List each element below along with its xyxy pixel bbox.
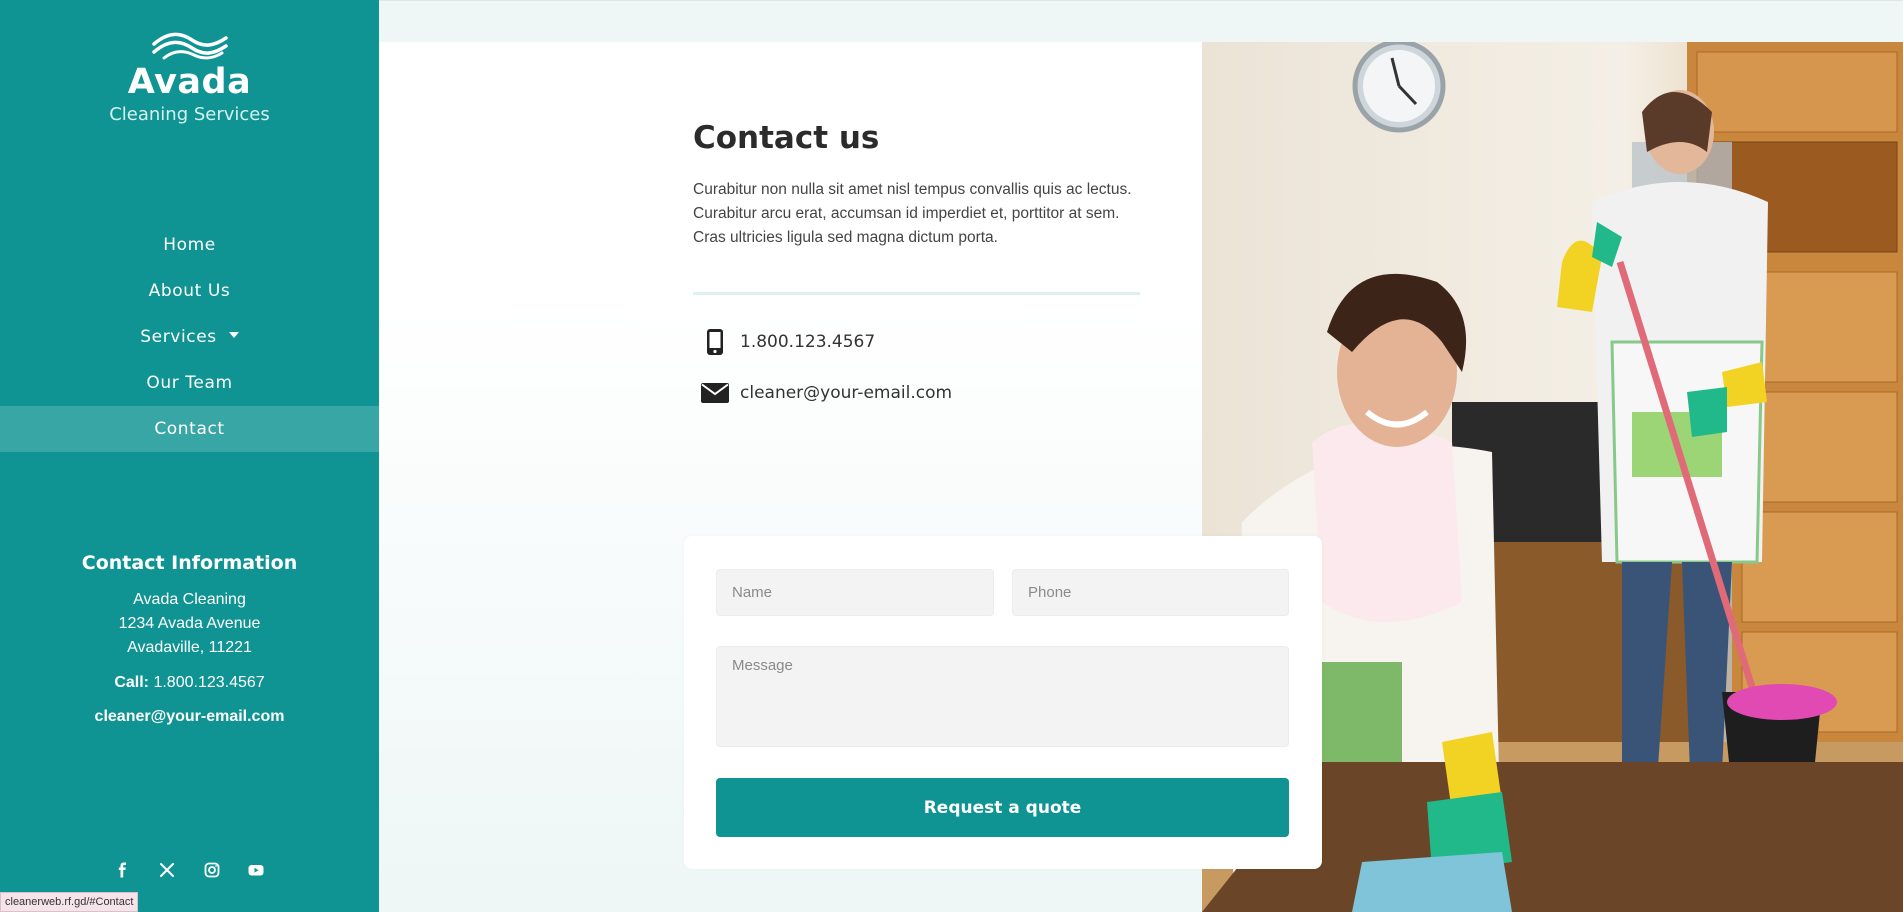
instagram-icon[interactable] (202, 860, 222, 880)
brand-title: Avada (127, 62, 252, 102)
waves-logo-icon (151, 32, 228, 60)
call-label: Call: (114, 674, 149, 691)
call-value[interactable]: 1.800.123.4567 (153, 674, 264, 691)
contact-description: Curabitur non nulla sit amet nisl tempus… (693, 181, 1132, 246)
address-line: Avadaville, 11221 (127, 639, 252, 656)
name-input[interactable] (716, 569, 994, 616)
nav-item-label: Contact (154, 419, 225, 439)
email-row[interactable]: cleaner@your-email.com (700, 378, 952, 408)
address-line: 1234 Avada Avenue (118, 615, 261, 632)
nav-item-home[interactable]: Home (0, 222, 379, 268)
nav-item-label: Services (140, 327, 217, 347)
call-line: Call: 1.800.123.4567 (0, 674, 379, 692)
envelope-icon (700, 383, 730, 403)
social-links (0, 860, 379, 880)
top-strip (379, 0, 1903, 42)
page-title: Contact us (693, 120, 880, 156)
main-nav: Home About Us Services Our Team Contact (0, 222, 379, 452)
divider (693, 292, 1140, 295)
status-bar-url: cleanerweb.rf.gd/#Contact (0, 892, 139, 912)
brand-subtitle: Cleaning Services (109, 104, 270, 125)
nav-item-contact[interactable]: Contact (0, 406, 379, 452)
youtube-icon[interactable] (246, 860, 266, 880)
phone-row[interactable]: 1.800.123.4567 (700, 327, 875, 357)
facebook-icon[interactable] (113, 860, 133, 880)
nav-item-about-us[interactable]: About Us (0, 268, 379, 314)
mobile-phone-icon (700, 328, 730, 356)
nav-item-label: Our Team (146, 373, 233, 393)
request-quote-button[interactable]: Request a quote (716, 778, 1289, 837)
caret-down-icon (228, 332, 239, 338)
sidebar-email-link[interactable]: cleaner@your-email.com (0, 708, 379, 726)
contact-info-title: Contact Information (81, 552, 298, 574)
nav-item-label: About Us (148, 281, 231, 301)
message-textarea[interactable] (716, 646, 1289, 747)
sidebar: Avada Cleaning Services Home About Us Se… (0, 0, 379, 912)
phone-input[interactable] (1012, 569, 1289, 616)
nav-item-services[interactable]: Services (0, 314, 379, 360)
email-address: cleaner@your-email.com (740, 383, 953, 403)
nav-item-our-team[interactable]: Our Team (0, 360, 379, 406)
nav-item-label: Home (163, 235, 216, 255)
sidebar-contact-info: Contact Information Avada Cleaning 1234 … (0, 552, 379, 726)
phone-number: 1.800.123.4567 (740, 332, 876, 352)
x-icon[interactable] (157, 860, 177, 880)
logo[interactable]: Avada Cleaning Services (0, 30, 379, 126)
address-line: Avada Cleaning (133, 591, 246, 608)
